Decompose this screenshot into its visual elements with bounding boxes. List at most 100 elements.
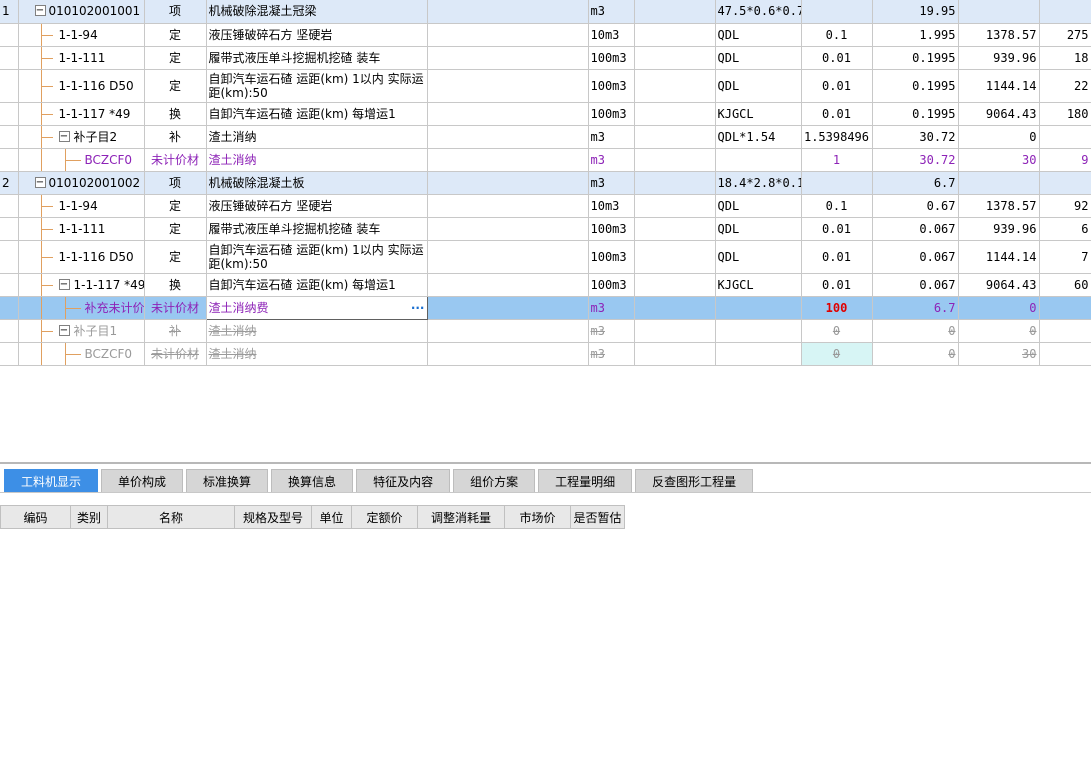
cell-coef[interactable] bbox=[801, 0, 873, 24]
collapse-toggle-icon[interactable]: − bbox=[58, 278, 70, 290]
cell-expr[interactable] bbox=[715, 148, 802, 172]
column-header[interactable]: 规格及型号 bbox=[234, 505, 312, 529]
cell-expr[interactable]: QDL bbox=[715, 23, 802, 47]
tab-1[interactable]: 单价构成 bbox=[101, 469, 184, 493]
cell-coef[interactable]: 0.01 bbox=[801, 273, 873, 297]
cell-coef[interactable]: 0.1 bbox=[801, 194, 873, 218]
more-options-icon[interactable]: ··· bbox=[411, 301, 425, 315]
item-code: 1-1-117 *49 bbox=[58, 106, 131, 121]
tab-5[interactable]: 组价方案 bbox=[453, 469, 536, 493]
cell-expr[interactable]: 18.4*2.8*0.13 bbox=[715, 171, 802, 195]
cell-coef[interactable]: 1.5398496 bbox=[801, 125, 873, 149]
cell-name[interactable]: 自卸汽车运石碴 运距(km) 1以内 实际运距(km):50 bbox=[206, 240, 428, 274]
cell-expr[interactable] bbox=[715, 342, 802, 366]
cell-no bbox=[0, 194, 19, 218]
cell-type: 未计价材 bbox=[144, 148, 207, 172]
cell-name[interactable]: 渣土消纳 bbox=[206, 125, 428, 149]
cell-expr[interactable]: QDL bbox=[715, 240, 802, 274]
table-row[interactable]: 1-1-94 定液压锤破碎石方 坚硬岩 10m3 QDL 0.1 0.67 1378.57 9… bbox=[0, 194, 1091, 218]
column-header[interactable]: 编码 bbox=[0, 505, 71, 529]
cell-name[interactable]: 自卸汽车运石碴 运距(km) 1以内 实际运距(km):50 bbox=[206, 69, 428, 103]
cell-expr[interactable] bbox=[715, 296, 802, 320]
table-row[interactable]: − 补子目1 补渣土消纳 m3 0 0 0 bbox=[0, 319, 1091, 343]
cell-coef[interactable]: 1 bbox=[801, 148, 873, 172]
tree-line bbox=[40, 256, 53, 258]
cell-expr[interactable]: 47.5*0.6*0.7 bbox=[715, 0, 802, 24]
cell-expr[interactable]: QDL bbox=[715, 217, 802, 241]
cell-name[interactable]: 自卸汽车运石碴 运距(km) 每增运1 bbox=[206, 273, 428, 297]
cell-total: 9 bbox=[1039, 148, 1091, 172]
cell-coef[interactable] bbox=[801, 171, 873, 195]
cell-expr[interactable]: QDL bbox=[715, 194, 802, 218]
collapse-toggle-icon[interactable]: − bbox=[58, 324, 70, 336]
table-row[interactable]: 1-1-116 D50 定自卸汽车运石碴 运距(km) 1以内 实际运距(km):… bbox=[0, 240, 1091, 274]
cell-coef[interactable]: 100 bbox=[801, 296, 873, 320]
tab-2[interactable]: 标准换算 bbox=[186, 469, 269, 493]
cell-expr[interactable]: QDL bbox=[715, 46, 802, 70]
cell-code: 1-1-116 D50 bbox=[18, 69, 145, 103]
cell-c6 bbox=[634, 69, 716, 103]
cell-code: 1-1-94 bbox=[18, 23, 145, 47]
cell-coef[interactable]: 0.1 bbox=[801, 23, 873, 47]
table-row[interactable]: 1-1-94 定液压锤破碎石方 坚硬岩 10m3 QDL 0.1 1.995 1378.57… bbox=[0, 23, 1091, 47]
table-row[interactable]: 1−010102001001 项机械破除混凝土冠梁 m3 47.5*0.6*0.7 19… bbox=[0, 0, 1091, 24]
cell-coef[interactable]: 0 bbox=[801, 319, 873, 343]
table-row[interactable]: 补充未计价…未计价材 ··· 渣土消纳费 m3 1006.70 bbox=[0, 295, 1091, 320]
table-row[interactable]: 1-1-116 D50 定自卸汽车运石碴 运距(km) 1以内 实际运距(km):… bbox=[0, 69, 1091, 103]
cell-name[interactable]: 渣土消纳 bbox=[206, 148, 428, 172]
item-code: 1-1-111 bbox=[58, 221, 106, 236]
cell-spec bbox=[427, 217, 589, 241]
cell-name[interactable]: 履带式液压单斗挖掘机挖碴 装车 bbox=[206, 217, 428, 241]
cell-name[interactable]: 渣土消纳 bbox=[206, 319, 428, 343]
table-row[interactable]: 1-1-111 定履带式液压单斗挖掘机挖碴 装车 100m3 QDL 0.01 0.199… bbox=[0, 46, 1091, 70]
item-name[interactable]: 渣土消纳费 bbox=[209, 301, 269, 315]
cell-coef[interactable]: 0.01 bbox=[801, 217, 873, 241]
column-header[interactable]: 名称 bbox=[107, 505, 235, 529]
table-row[interactable]: BCZCF0 未计价材 渣土消纳 m3 1 30.72 30 9 bbox=[0, 148, 1091, 172]
tab-4[interactable]: 特征及内容 bbox=[356, 469, 451, 493]
column-header[interactable]: 单位 bbox=[311, 505, 352, 529]
cell-coef[interactable]: 0.01 bbox=[801, 240, 873, 274]
table-row[interactable]: −1-1-117 *49 换自卸汽车运石碴 运距(km) 每增运1 100m3 KJG… bbox=[0, 273, 1091, 297]
cell-name[interactable]: ··· 渣土消纳费 bbox=[205, 295, 428, 320]
cell-coef[interactable]: 0.01 bbox=[801, 69, 873, 103]
cell-unit: 100m3 bbox=[588, 69, 635, 103]
column-header[interactable]: 市场价 bbox=[504, 505, 571, 529]
cell-name[interactable]: 履带式液压单斗挖掘机挖碴 装车 bbox=[206, 46, 428, 70]
collapse-toggle-icon[interactable]: − bbox=[58, 130, 70, 142]
cell-name[interactable]: 液压锤破碎石方 坚硬岩 bbox=[206, 194, 428, 218]
cell-name[interactable]: 液压锤破碎石方 坚硬岩 bbox=[206, 23, 428, 47]
table-row[interactable]: 1-1-111 定履带式液压单斗挖掘机挖碴 装车 100m3 QDL 0.01 0.067… bbox=[0, 217, 1091, 241]
cell-name[interactable]: 渣土消纳 bbox=[206, 342, 428, 366]
column-header[interactable]: 定额价 bbox=[351, 505, 418, 529]
cell-unit: m3 bbox=[588, 0, 635, 24]
cell-expr[interactable]: QDL bbox=[715, 69, 802, 103]
tab-0[interactable]: 工料机显示 bbox=[4, 469, 99, 493]
cell-price: 939.96 bbox=[958, 217, 1040, 241]
cell-expr[interactable]: KJGCL bbox=[715, 273, 802, 297]
table-row[interactable]: − 补子目2 补渣土消纳 m3 QDL*1.54 1.5398496 30.72 0 bbox=[0, 125, 1091, 149]
cell-coef[interactable]: 0.01 bbox=[801, 102, 873, 126]
cell-no bbox=[0, 69, 19, 103]
cell-code: 补充未计价… bbox=[18, 296, 145, 320]
collapse-toggle-icon[interactable]: − bbox=[34, 5, 46, 17]
cell-name[interactable]: 机械破除混凝土冠梁 bbox=[206, 0, 428, 24]
cell-expr[interactable] bbox=[715, 319, 802, 343]
tab-7[interactable]: 反查图形工程量 bbox=[635, 469, 754, 493]
collapse-toggle-icon[interactable]: − bbox=[34, 176, 46, 188]
cell-qty: 6.7 bbox=[872, 171, 959, 195]
cell-name[interactable]: 自卸汽车运石碴 运距(km) 每增运1 bbox=[206, 102, 428, 126]
column-header[interactable]: 是否暂估 bbox=[570, 505, 625, 529]
cell-coef[interactable]: 0.01 bbox=[801, 46, 873, 70]
cell-expr[interactable]: KJGCL bbox=[715, 102, 802, 126]
column-header[interactable]: 类别 bbox=[70, 505, 108, 529]
cell-expr[interactable]: QDL*1.54 bbox=[715, 125, 802, 149]
table-row[interactable]: 2−010102001002项机械破除混凝土板m318.4*2.8*0.136.… bbox=[0, 171, 1091, 195]
cell-coef[interactable]: 0 bbox=[801, 342, 873, 366]
column-header[interactable]: 调整消耗量 bbox=[417, 505, 505, 529]
table-row[interactable]: BCZCF0 未计价材 渣土消纳 m3 0 0 30 bbox=[0, 342, 1091, 366]
tab-6[interactable]: 工程量明细 bbox=[538, 469, 633, 493]
cell-name[interactable]: 机械破除混凝土板 bbox=[206, 171, 428, 195]
table-row[interactable]: 1-1-117 *49 换自卸汽车运石碴 运距(km) 每增运1 100m3 KJGC… bbox=[0, 102, 1091, 126]
tab-3[interactable]: 换算信息 bbox=[271, 469, 354, 493]
